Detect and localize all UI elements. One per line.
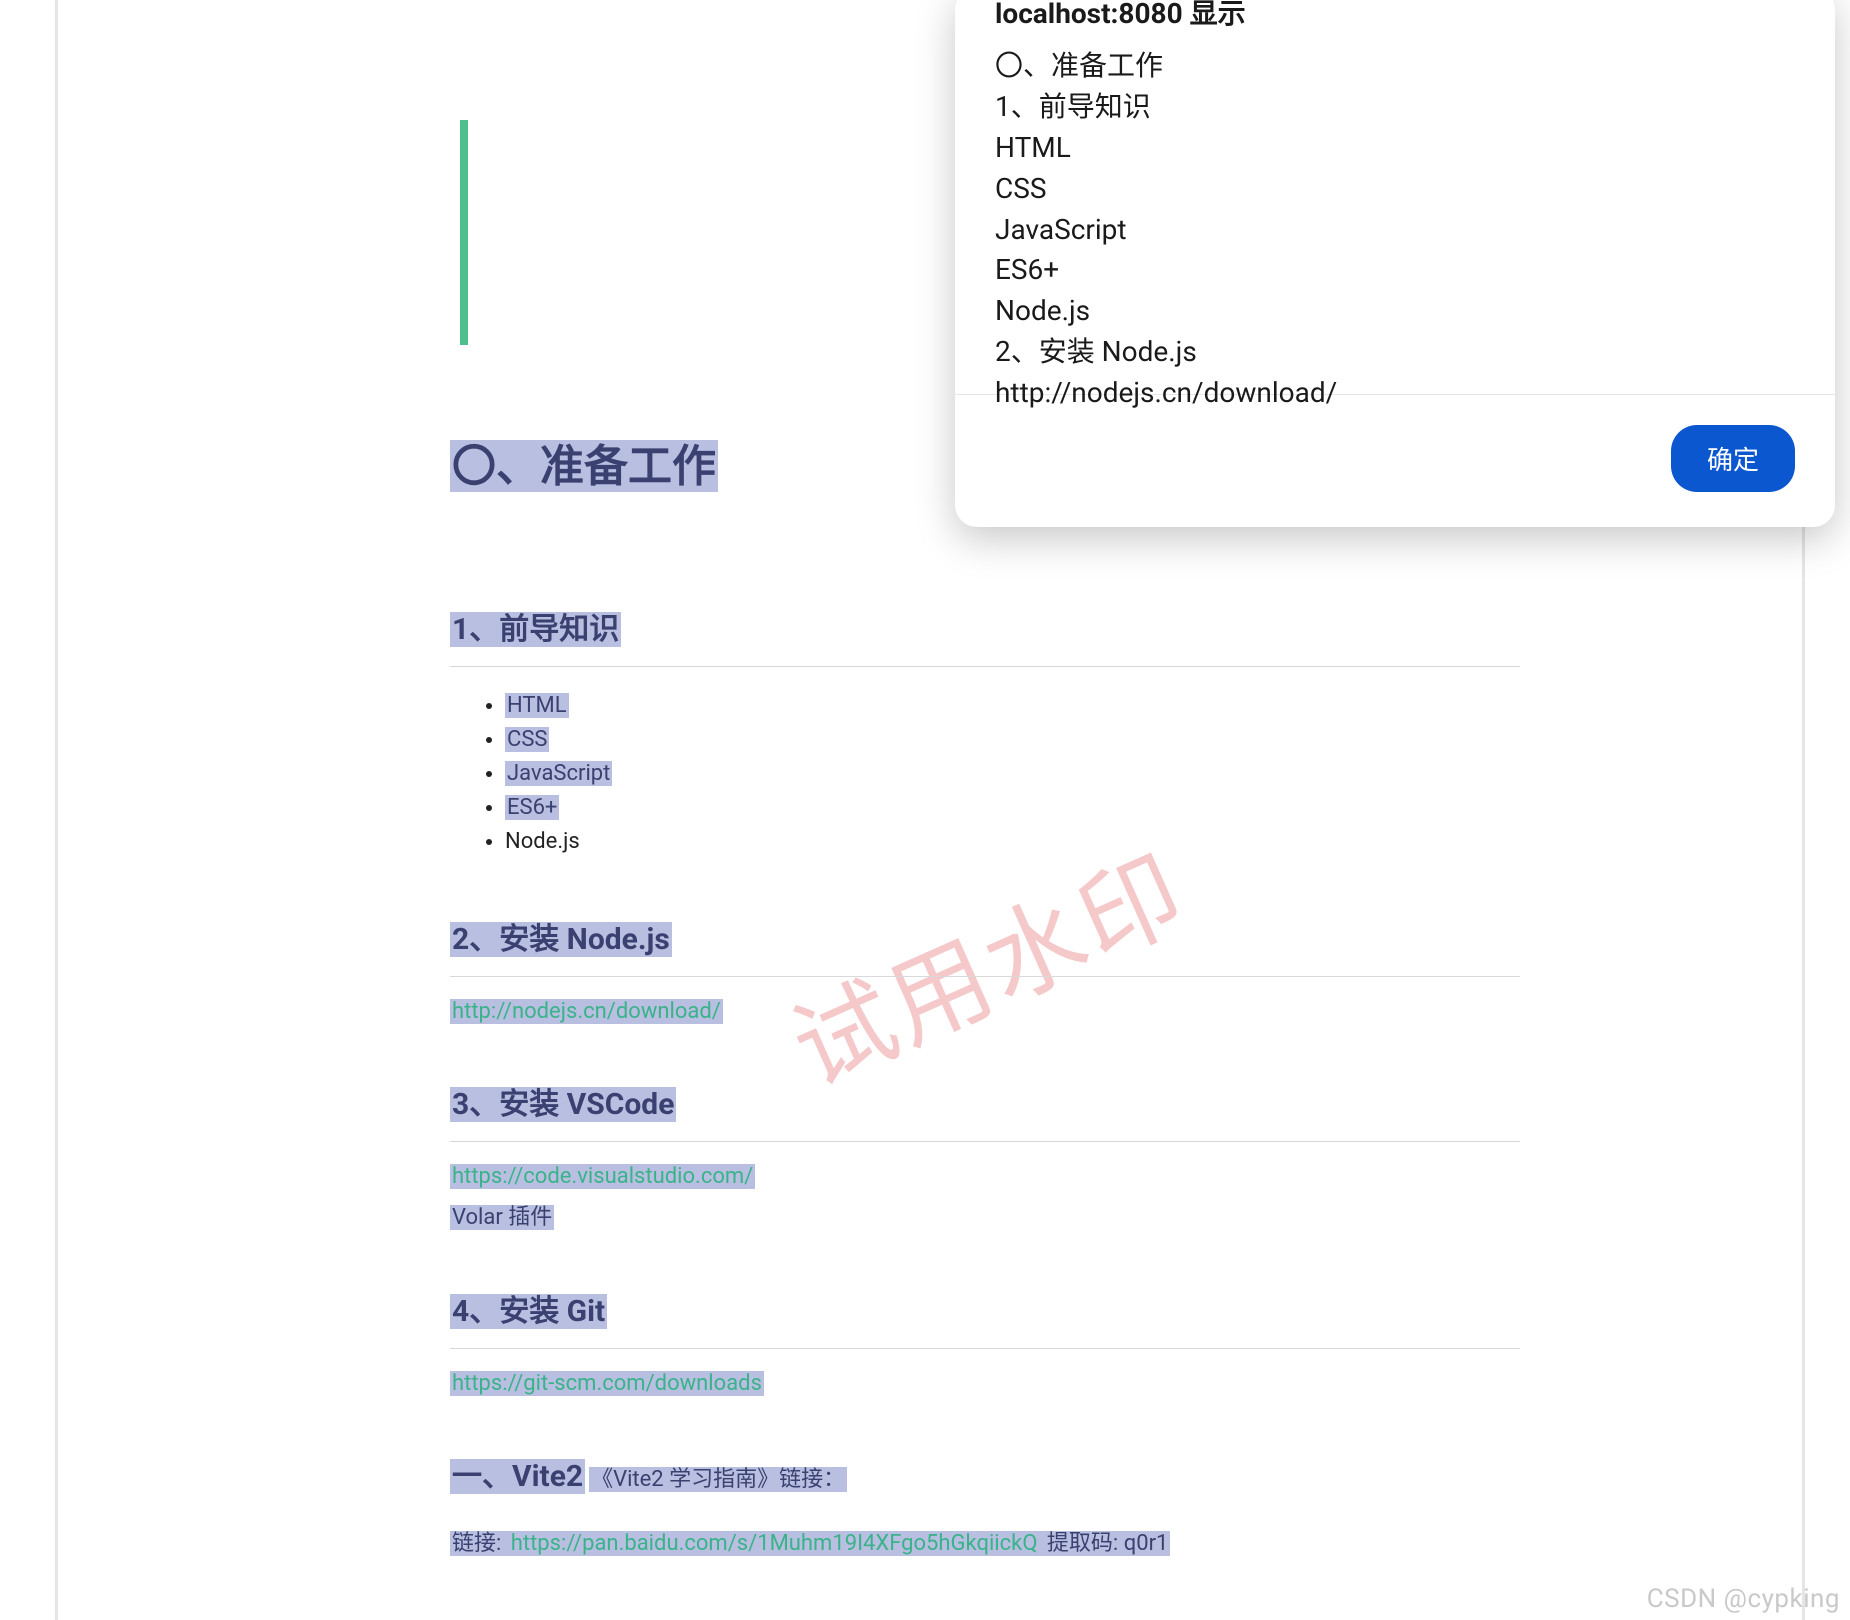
list-item: JavaScript: [505, 757, 1520, 791]
dialog-line: 1、前导知识: [995, 87, 1795, 128]
list-item-label: CSS: [505, 727, 549, 752]
dialog-line: HTML: [995, 128, 1795, 169]
git-download-link[interactable]: https://git-scm.com/downloads: [450, 1371, 764, 1396]
list-item-label: Node.js: [505, 829, 580, 854]
section-3-title: 3、安装 VSCode: [450, 1087, 676, 1122]
dialog-line: ES6+: [995, 250, 1795, 291]
dialog-line: 2、安装 Node.js: [995, 332, 1795, 373]
accent-bar: [460, 120, 468, 345]
section-5-title: 一、Vite2: [450, 1459, 585, 1494]
section-1-title: 1、前导知识: [450, 612, 621, 647]
section-2-title: 2、安装 Node.js: [450, 922, 672, 957]
dialog-body: 〇、准备工作 1、前导知识 HTML CSS JavaScript ES6+ N…: [955, 34, 1835, 414]
list-item-label: ES6+: [505, 795, 559, 820]
dialog-line: Node.js: [995, 291, 1795, 332]
share-prefix: 链接:: [450, 1531, 509, 1556]
divider: [450, 976, 1520, 977]
dialog-line: http://nodejs.cn/download/: [995, 373, 1795, 414]
alert-dialog: localhost:8080 显示 〇、准备工作 1、前导知识 HTML CSS…: [955, 0, 1835, 527]
share-code: 提取码: q0r1: [1039, 1531, 1170, 1556]
divider: [450, 1141, 1520, 1142]
list-item: CSS: [505, 723, 1520, 757]
list-item: ES6+: [505, 791, 1520, 825]
baidu-share-link[interactable]: https://pan.baidu.com/s/1Muhm19I4XFgo5hG…: [509, 1531, 1040, 1556]
ok-button[interactable]: 确定: [1671, 425, 1795, 492]
prerequisite-list: HTML CSS JavaScript ES6+ Node.js: [450, 689, 1520, 859]
divider: [450, 666, 1520, 667]
section-4-title: 4、安装 Git: [450, 1294, 607, 1329]
share-line: 链接: https://pan.baidu.com/s/1Muhm19I4XFg…: [450, 1525, 1520, 1557]
list-item-label: HTML: [505, 693, 569, 718]
vite2-guide-label: 《Vite2 学习指南》链接：: [589, 1467, 847, 1492]
list-item-label: JavaScript: [505, 761, 612, 786]
list-item: HTML: [505, 689, 1520, 723]
vscode-plugin-note: Volar 插件: [450, 1205, 554, 1230]
dialog-line: CSS: [995, 169, 1795, 210]
csdn-watermark: CSDN @cypking: [1647, 1584, 1840, 1614]
nodejs-download-link[interactable]: http://nodejs.cn/download/: [450, 999, 723, 1024]
heading-h1: 〇、准备工作: [450, 440, 718, 492]
list-item: Node.js: [505, 825, 1520, 859]
dialog-line: JavaScript: [995, 210, 1795, 251]
dialog-title: localhost:8080 显示: [955, 0, 1835, 34]
vscode-download-link[interactable]: https://code.visualstudio.com/: [450, 1164, 755, 1189]
dialog-line: 〇、准备工作: [995, 46, 1795, 87]
divider: [450, 1348, 1520, 1349]
document-content: 〇、准备工作 1、前导知识 HTML CSS JavaScript ES6+ N…: [450, 430, 1520, 1557]
